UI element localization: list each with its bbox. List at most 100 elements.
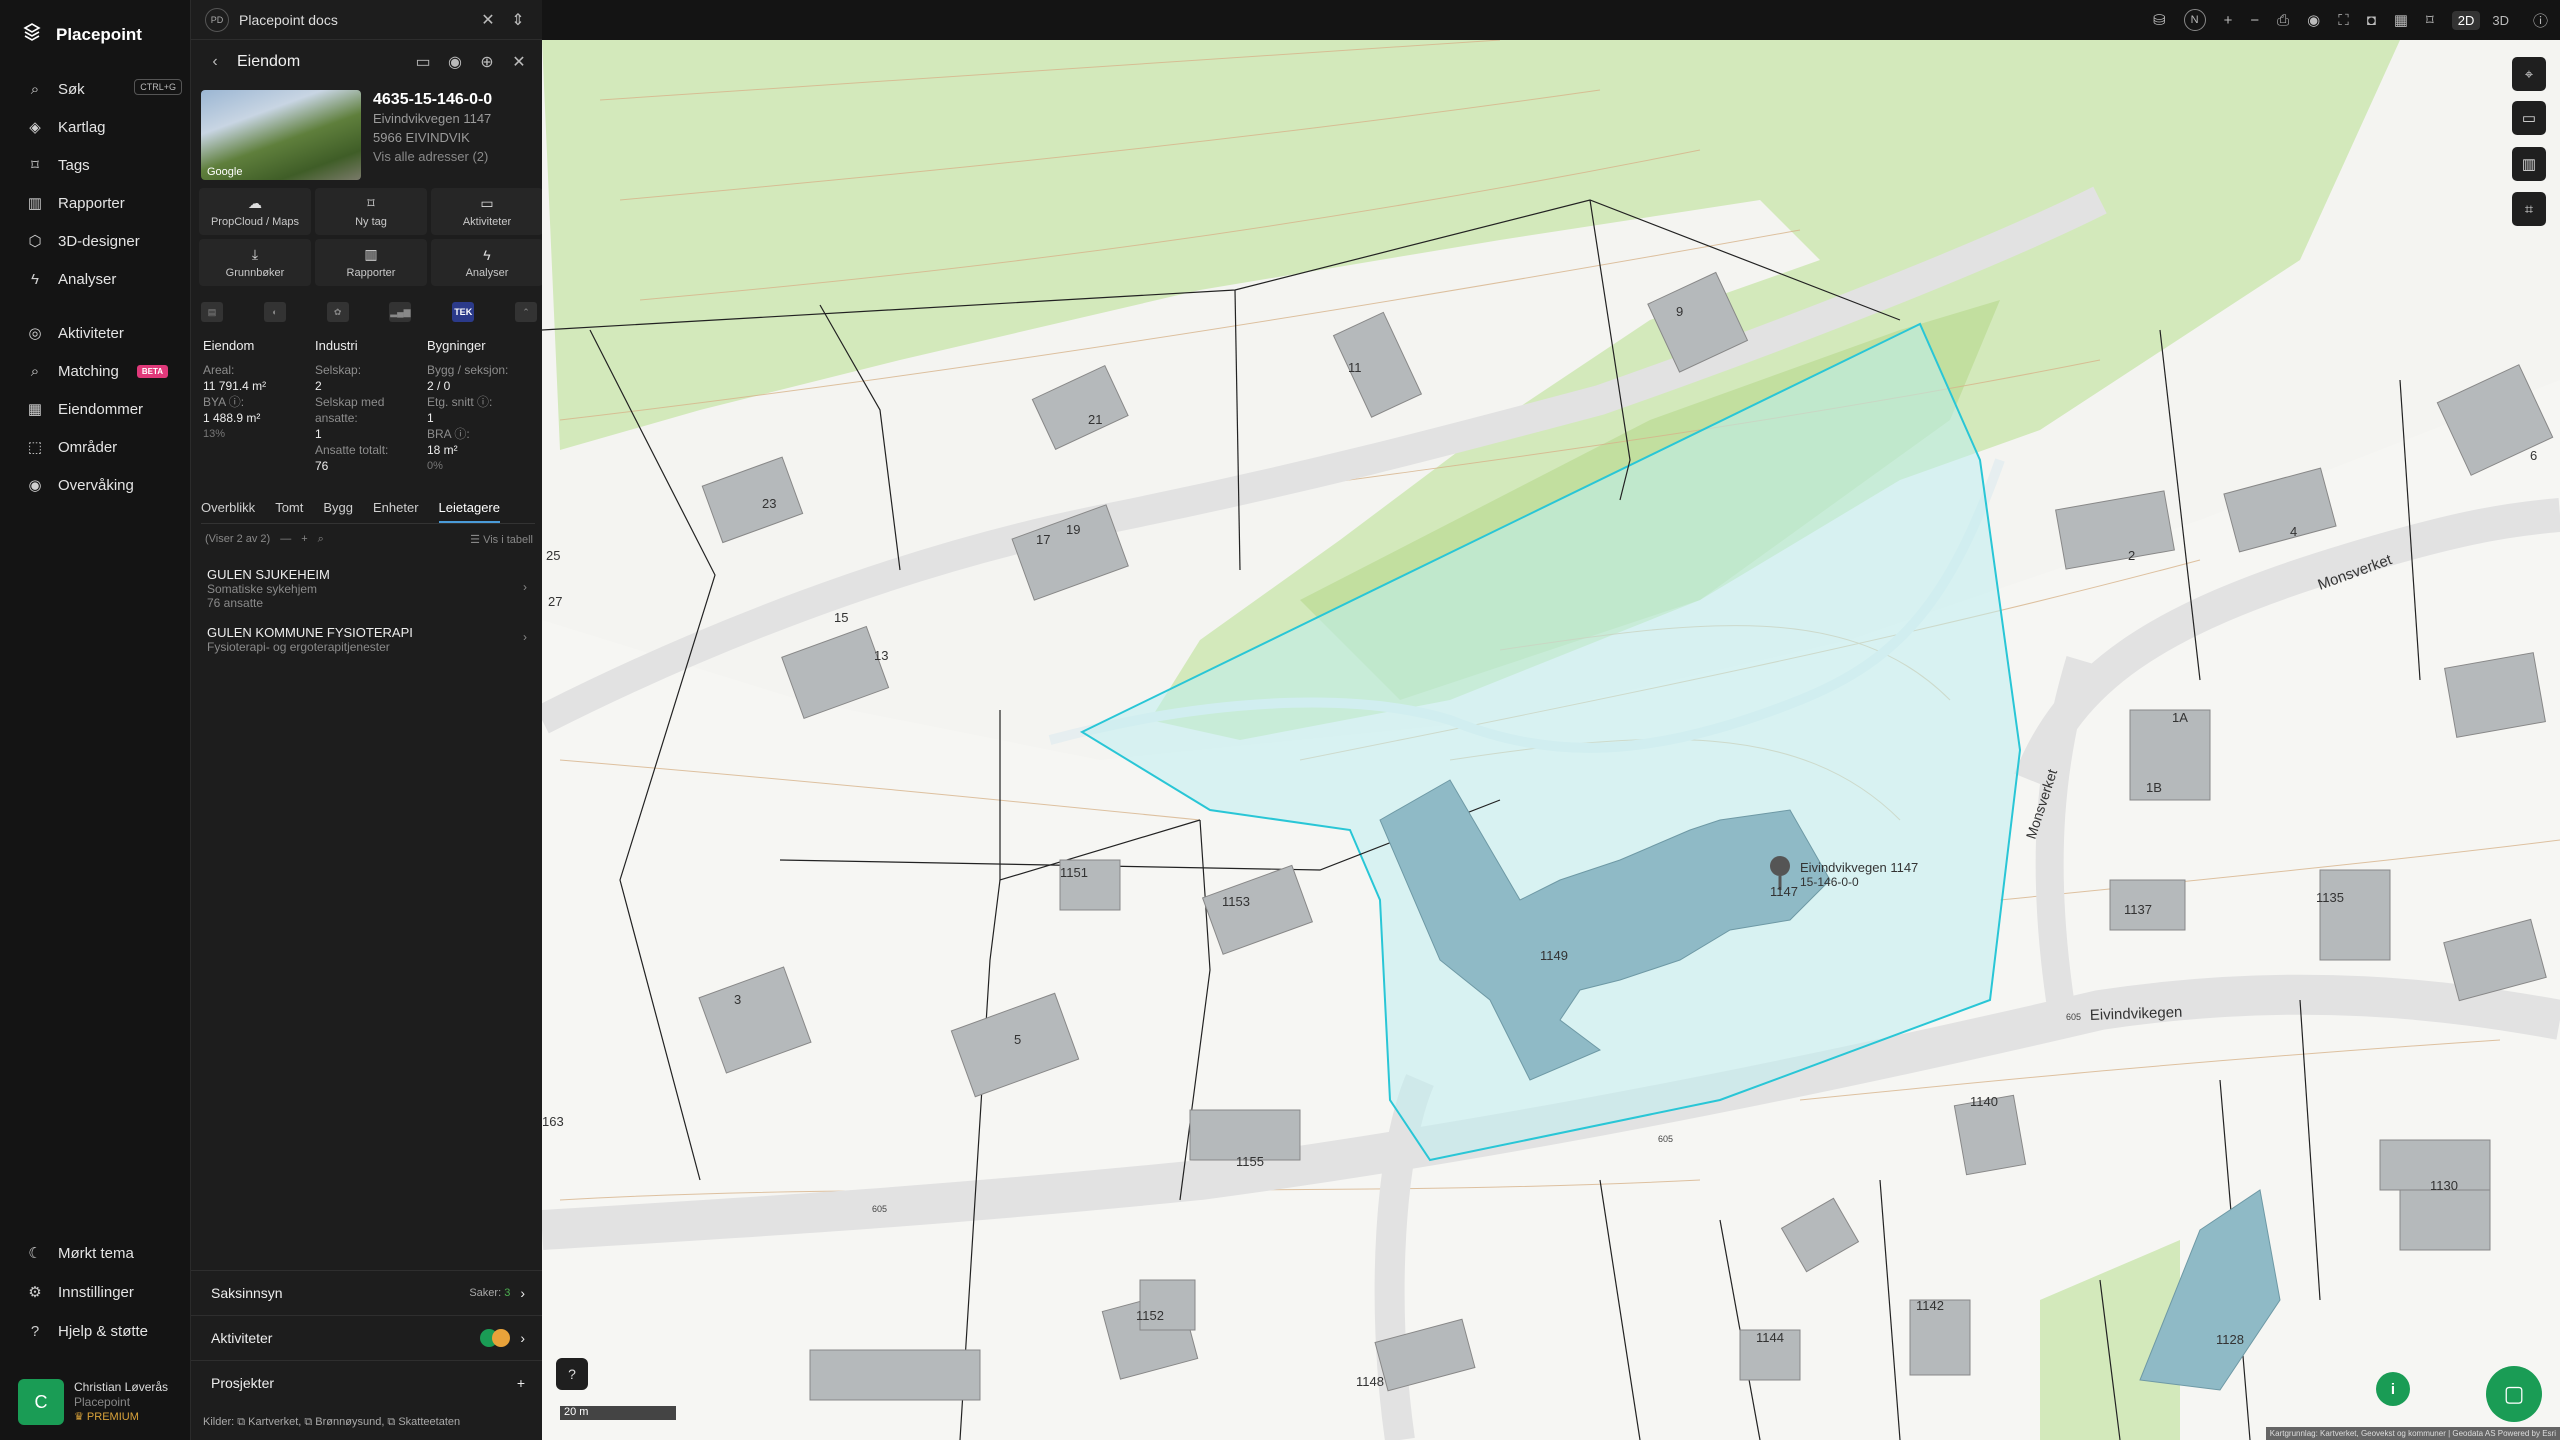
- nav-item-matching[interactable]: ⌕ Matching BETA: [26, 358, 176, 384]
- nav-label: Hjelp & støtte: [58, 1322, 149, 1340]
- source-plant-icon[interactable]: ✿: [326, 302, 349, 322]
- source-tek-button[interactable]: TEK: [452, 302, 475, 322]
- eye-icon[interactable]: ◉: [445, 52, 465, 72]
- nav-item-kartlag[interactable]: ◈ Kartlag: [26, 114, 176, 140]
- house-number: 1128: [2216, 1332, 2244, 1347]
- house-number: 1137: [2124, 902, 2152, 917]
- chevron-updown-icon[interactable]: ⇕: [508, 10, 528, 30]
- tab-bygg[interactable]: Bygg: [323, 496, 353, 523]
- tab-tomt[interactable]: Tomt: [275, 496, 303, 523]
- fullscreen-icon[interactable]: ⛶: [2338, 12, 2349, 29]
- plus-icon[interactable]: +: [301, 533, 307, 545]
- nav-item-aktiviteter[interactable]: ◎ Aktiviteter: [26, 320, 176, 346]
- list-item[interactable]: GULEN SJUKEHEIM Somatiske sykehjem 76 an…: [207, 567, 527, 611]
- mode-3d-button[interactable]: 3D: [2486, 11, 2515, 30]
- chat-icon[interactable]: ▢: [2486, 1366, 2542, 1422]
- stat-value: 1 488.9 m²: [203, 411, 261, 425]
- all-addresses-link[interactable]: Vis alle adresser (2): [373, 147, 492, 166]
- user-profile[interactable]: C Christian Løverås Placepoint ♛ PREMIUM: [18, 1376, 178, 1428]
- tab-overblikk[interactable]: Overblikk: [201, 496, 255, 523]
- house-number: 1B: [2146, 780, 2162, 795]
- camera-icon[interactable]: ◘: [2367, 12, 2376, 29]
- bookmark-icon[interactable]: ⌑: [2426, 11, 2434, 29]
- measure-tool-icon[interactable]: ▭: [2512, 101, 2546, 135]
- close-icon[interactable]: ✕: [509, 52, 529, 72]
- analyses-button[interactable]: ϟ Analyser: [431, 239, 543, 286]
- section-saksinnsyn[interactable]: Saksinnsyn Saker: 3 ›: [191, 1270, 543, 1315]
- app-logo[interactable]: Placepoint: [22, 22, 142, 47]
- table-view-link[interactable]: ☰ Vis i tabell: [470, 533, 533, 546]
- house-number: 1130: [2430, 1178, 2458, 1193]
- eye-icon[interactable]: ◉: [2307, 11, 2320, 29]
- info-icon[interactable]: ⓘ: [2533, 10, 2548, 31]
- section-prosjekter[interactable]: Prosjekter +: [191, 1360, 543, 1405]
- section-aktiviteter[interactable]: Aktiviteter ›: [191, 1315, 543, 1360]
- source-se-icon[interactable]: ▤: [201, 302, 223, 322]
- zoom-in-icon[interactable]: +: [2224, 12, 2233, 29]
- source-globe-icon[interactable]: ◐: [263, 302, 286, 322]
- chart-tool-icon[interactable]: ▥: [2512, 147, 2546, 181]
- document-tab[interactable]: PD Placepoint docs ✕ ⇕: [191, 0, 542, 40]
- property-panel: PD Placepoint docs ✕ ⇕ ‹ Eiendom ▭ ◉ ⊕ ✕…: [190, 0, 543, 1440]
- reports-button[interactable]: ▥ Rapporter: [315, 239, 427, 286]
- chevron-right-icon: ›: [520, 1285, 525, 1301]
- map-search-tool-icon[interactable]: ⌖: [2512, 57, 2546, 91]
- plus-icon[interactable]: +: [517, 1375, 525, 1391]
- map-help-icon[interactable]: ?: [556, 1358, 588, 1390]
- doc-title: Placepoint docs: [239, 11, 338, 28]
- nav-item-tags[interactable]: ⌑ Tags: [26, 152, 176, 178]
- grid-icon[interactable]: ▦: [2394, 11, 2408, 29]
- location-tool-icon[interactable]: ⌗: [2512, 192, 2546, 226]
- north-compass[interactable]: N: [2183, 9, 2206, 31]
- user-plan: ♛ PREMIUM: [74, 1410, 168, 1425]
- nav-item-dark-theme[interactable]: ☾ Mørkt tema: [26, 1240, 176, 1266]
- mode-2d-button[interactable]: 2D: [2451, 10, 2481, 30]
- close-icon[interactable]: ✕: [478, 10, 498, 30]
- tab-leietagere[interactable]: Leietagere: [438, 496, 500, 523]
- source-more-icon[interactable]: ⌃: [514, 302, 537, 322]
- nav-item-sok[interactable]: ⌕ Søk CTRL+G: [26, 76, 182, 102]
- id-card-icon[interactable]: ▭: [413, 52, 433, 72]
- back-icon[interactable]: ‹: [205, 53, 225, 71]
- map-svg[interactable]: Eivindvikvegen 1147 15-146-0-0 Eivindvik…: [542, 0, 2560, 1440]
- zoom-out-icon[interactable]: −: [2250, 12, 2259, 29]
- propcloud-button[interactable]: ☁ PropCloud / Maps: [199, 188, 311, 235]
- house-number: 1A: [2172, 710, 2188, 725]
- nav-label: Innstillinger: [58, 1283, 134, 1301]
- nav-item-rapporter[interactable]: ▥ Rapporter: [26, 190, 176, 216]
- street-view-thumbnail[interactable]: Google: [201, 90, 361, 180]
- activities-button[interactable]: ▭ Aktiviteter: [431, 188, 543, 235]
- tenant-name: GULEN SJUKEHEIM: [207, 567, 330, 582]
- source-bars-icon[interactable]: ▂▄▆: [389, 302, 412, 322]
- tenant-desc: Fysioterapi- og ergoterapitjenester: [207, 640, 390, 654]
- crosshair-icon[interactable]: ⊕: [477, 52, 497, 72]
- info-icon[interactable]: i: [2376, 1372, 2410, 1406]
- property-address: Eivindvikvegen 1147: [373, 111, 492, 126]
- minus-icon[interactable]: —: [280, 533, 291, 545]
- house-number: 6: [2530, 448, 2537, 463]
- stats-heading: Eiendom: [203, 338, 255, 353]
- trophy-icon: ♛: [74, 1410, 87, 1423]
- nav-item-eiendommer[interactable]: ▦ Eiendommer: [26, 396, 176, 422]
- nav-item-analyser[interactable]: ϟ Analyser: [26, 266, 176, 292]
- scale-bar: 20 m: [560, 1406, 676, 1420]
- nav-item-overvaking[interactable]: ◉ Overvåking: [26, 472, 176, 498]
- search-icon[interactable]: ⌕: [318, 533, 324, 546]
- chevron-right-icon: ›: [523, 630, 527, 644]
- nav-item-settings[interactable]: ⚙ Innstillinger: [26, 1279, 176, 1305]
- nav-item-omrader[interactable]: ⬚ Områder: [26, 434, 176, 460]
- layers-toggle-icon[interactable]: ⛁: [2153, 11, 2166, 29]
- beta-badge: BETA: [136, 364, 169, 378]
- tab-enheter[interactable]: Enheter: [373, 496, 419, 523]
- user-org: Placepoint: [74, 1394, 131, 1409]
- grunnboker-button[interactable]: ⤓ Grunnbøker: [199, 239, 311, 286]
- map-toolbar: ⛁ N + − ⎙ ◉ ⛶ ◘ ▦ ⌑ 2D 3D ⓘ: [542, 0, 2560, 40]
- nav-item-help[interactable]: ? Hjelp & støtte: [26, 1318, 176, 1344]
- list-item[interactable]: GULEN KOMMUNE FYSIOTERAPI Fysioterapi- o…: [207, 626, 527, 655]
- map-canvas[interactable]: Eivindvikvegen 1147 15-146-0-0 Eivindvik…: [542, 0, 2560, 1440]
- new-tag-button[interactable]: ⌑ Ny tag: [315, 188, 427, 235]
- print-icon[interactable]: ⎙: [2277, 12, 2289, 29]
- nav-item-3d-designer[interactable]: ⬡ 3D-designer: [26, 228, 176, 254]
- shortcut-badge: CTRL+G: [134, 79, 182, 95]
- user-meta: Christian Løverås Placepoint ♛ PREMIUM: [74, 1380, 168, 1425]
